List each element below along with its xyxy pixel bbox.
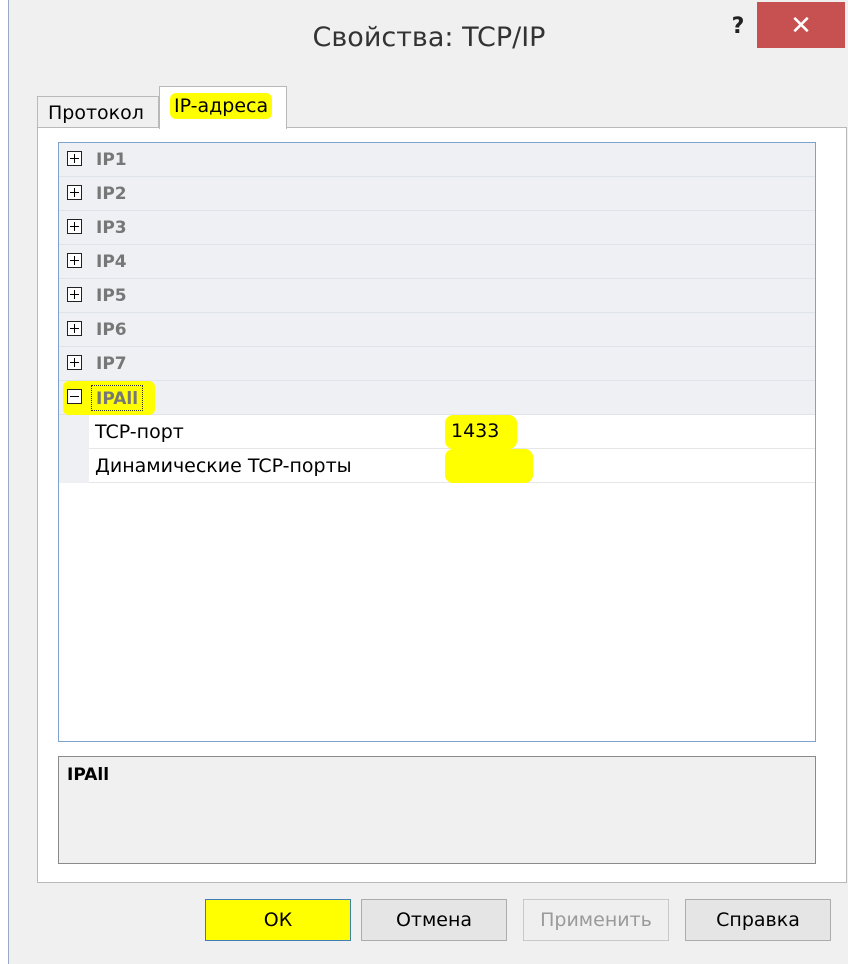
expand-icon[interactable] [67,253,82,268]
group-row-ip5[interactable]: IP5 [59,279,815,313]
expand-icon[interactable] [67,219,82,234]
description-title: IPAll [67,765,110,785]
tab-protocol[interactable]: Протокол [37,96,159,128]
tcpip-properties-dialog: Свойства: TCP/IP ? ✕ Протокол IP-адреса … [8,0,848,964]
ok-button[interactable]: ОК [205,899,351,941]
group-label: IP6 [96,320,127,340]
group-label-ipall: IPAll [91,385,144,411]
property-row-dynamic-ports[interactable]: Динамические TCP-порты [59,449,815,483]
tab-panel-ip-addresses: IP1 IP2 IP3 IP4 IP5 IP6 IP7 IPAll TCP-по… [37,127,847,883]
expand-icon[interactable] [67,321,82,336]
expand-icon[interactable] [67,355,82,370]
row-gutter [59,415,89,449]
property-name: Динамические TCP-порты [95,455,352,477]
tab-ip-addresses[interactable]: IP-адреса [159,86,287,129]
close-button[interactable]: ✕ [757,2,845,48]
apply-button[interactable]: Применить [523,899,669,941]
group-row-ipall[interactable]: IPAll [59,381,815,415]
dynamic-ports-value[interactable] [445,449,533,483]
collapse-icon[interactable] [67,389,82,404]
group-label: IP3 [96,218,127,238]
property-name: TCP-порт [95,421,184,443]
group-row-ip7[interactable]: IP7 [59,347,815,381]
property-row-tcp-port[interactable]: TCP-порт 1433 [59,415,815,449]
property-grid: IP1 IP2 IP3 IP4 IP5 IP6 IP7 IPAll TCP-по… [58,142,816,742]
expand-icon[interactable] [67,151,82,166]
group-row-ip4[interactable]: IP4 [59,245,815,279]
tab-ip-addresses-label: IP-адреса [170,93,273,119]
tcp-port-value[interactable]: 1433 [445,415,517,449]
close-icon: ✕ [790,10,812,40]
group-label: IP4 [96,252,127,272]
row-gutter [59,449,89,483]
expand-icon[interactable] [67,185,82,200]
group-row-ip3[interactable]: IP3 [59,211,815,245]
group-label: IP7 [96,354,127,374]
group-label: IP5 [96,286,127,306]
window-title: Свойства: TCP/IP [312,22,546,53]
title-bar: Свойства: TCP/IP ? ✕ [9,0,848,88]
help-icon[interactable]: ? [725,14,751,42]
description-pane: IPAll [58,756,816,864]
help-button[interactable]: Справка [685,899,831,941]
expand-icon[interactable] [67,287,82,302]
group-row-ip6[interactable]: IP6 [59,313,815,347]
cancel-button[interactable]: Отмена [361,899,507,941]
group-row-ip2[interactable]: IP2 [59,177,815,211]
group-row-ip1[interactable]: IP1 [59,143,815,177]
group-label: IP1 [96,150,127,170]
group-label: IP2 [96,184,127,204]
